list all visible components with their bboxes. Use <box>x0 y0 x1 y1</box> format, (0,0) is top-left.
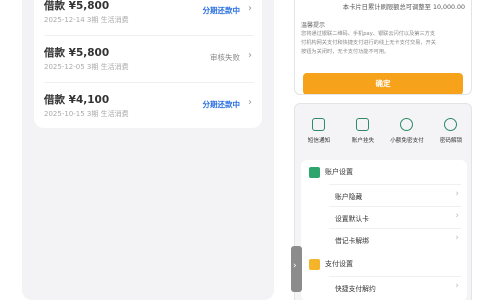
quick-action-label: 密码解锁 <box>439 138 463 144</box>
loan-record[interactable]: 借款 ¥4,100 2025-10-15 3期 生活消费 分期还款中 › <box>44 92 254 126</box>
side-expand-tab[interactable]: › <box>291 246 302 292</box>
payment-settings-header: 支付设置 <box>307 254 461 276</box>
loan-list-screen: 借款 ¥5,800 2025-12-14 3期 生活消费 分期还款中 › 借款 … <box>22 0 274 300</box>
small-payment-icon <box>400 118 413 131</box>
quick-action-label: 账户挂失 <box>351 138 375 144</box>
loan-status: 分期还款中 <box>202 100 241 109</box>
payment-settings-icon <box>309 259 320 270</box>
loan-status: 分期还款中 <box>202 6 241 15</box>
chevron-right-icon: › <box>455 189 459 199</box>
divider <box>44 35 254 36</box>
setting-label: 账户隐藏 <box>335 193 363 201</box>
warm-tip-line: 付机构网关支付和快捷支付进行的线上无卡支付交易，开关 <box>301 40 436 46</box>
chevron-right-icon: › <box>248 97 252 108</box>
chevron-right-icon: › <box>293 261 297 271</box>
chevron-right-icon: › <box>455 281 459 291</box>
loan-records-card: 借款 ¥5,800 2025-12-14 3期 生活消费 分期还款中 › 借款 … <box>34 0 262 128</box>
quick-actions: 短信通知 账户挂失 小额免密支付 密码解锁 <box>295 112 471 156</box>
payment-dialog: 本卡片日累计刷限额总可调整至 10,000.00 温馨提示 您将通过银联二维码、… <box>294 0 472 95</box>
settings-card: 账户设置 账户隐藏 › 设置默认卡 › 借记卡解绑 › 支付设置 快捷支付解约 … <box>301 160 467 300</box>
card-settings-screen: 短信通知 账户挂失 小额免密支付 密码解锁 账户设置 账户隐藏 › 设置默认卡 … <box>294 103 472 300</box>
chevron-right-icon: › <box>248 50 252 61</box>
loan-meta: 2025-12-14 3期 生活消费 <box>44 16 129 24</box>
quick-action-report-loss[interactable]: 账户挂失 <box>341 112 385 156</box>
setting-debit-unbind[interactable]: 借记卡解绑 › <box>329 228 461 250</box>
loan-amount: 借款 ¥5,800 <box>44 47 110 59</box>
password-unlock-icon <box>444 118 457 131</box>
report-loss-icon <box>356 118 369 131</box>
quick-action-label: 短信通知 <box>307 138 331 144</box>
loan-record[interactable]: 借款 ¥5,800 2025-12-14 3期 生活消费 分期还款中 › <box>44 0 254 32</box>
setting-label: 设置默认卡 <box>335 215 369 223</box>
section-title: 支付设置 <box>325 260 353 268</box>
confirm-button[interactable]: 确定 <box>303 73 463 94</box>
quick-action-label: 小额免密支付 <box>390 138 424 144</box>
divider <box>44 82 254 83</box>
loan-status: 审核失败 <box>210 53 240 62</box>
loan-meta: 2025-12-05 3期 生活消费 <box>44 63 129 71</box>
warm-tip-line: 按钮为关闭时，无卡支付功能不可用。 <box>301 49 390 55</box>
chevron-right-icon: › <box>248 3 252 14</box>
sms-icon <box>312 118 325 131</box>
setting-label: 快捷支付解约 <box>335 285 376 293</box>
setting-label: 借记卡解绑 <box>335 237 369 245</box>
loan-meta: 2025-10-15 3期 生活消费 <box>44 110 129 118</box>
screenshot-canvas: 借款 ¥5,800 2025-12-14 3期 生活消费 分期还款中 › 借款 … <box>0 0 480 300</box>
limit-text: 本卡片日累计刷限额总可调整至 10,000.00 <box>342 4 465 11</box>
loan-amount: 借款 ¥4,100 <box>44 94 110 106</box>
chevron-right-icon: › <box>455 233 459 243</box>
quick-action-small-payment[interactable]: 小额免密支付 <box>385 112 429 156</box>
warm-tip-line: 您将通过银联二维码、手机pay、银联云闪付以及第三方支 <box>301 31 436 37</box>
quick-action-sms[interactable]: 短信通知 <box>297 112 341 156</box>
setting-default-card[interactable]: 设置默认卡 › <box>329 206 461 228</box>
chevron-right-icon: › <box>455 211 459 221</box>
warm-tip-title: 温馨提示 <box>301 22 326 29</box>
loan-amount: 借款 ¥5,800 <box>44 0 110 12</box>
setting-account-hide[interactable]: 账户隐藏 › <box>329 184 461 206</box>
setting-quick-pay-cancel[interactable]: 快捷支付解约 › <box>329 276 461 298</box>
quick-action-password-unlock[interactable]: 密码解锁 <box>429 112 471 156</box>
section-title: 账户设置 <box>325 168 353 176</box>
account-settings-header: 账户设置 <box>307 162 461 184</box>
account-settings-icon <box>309 167 320 178</box>
loan-record[interactable]: 借款 ¥5,800 2025-12-05 3期 生活消费 审核失败 › <box>44 45 254 79</box>
